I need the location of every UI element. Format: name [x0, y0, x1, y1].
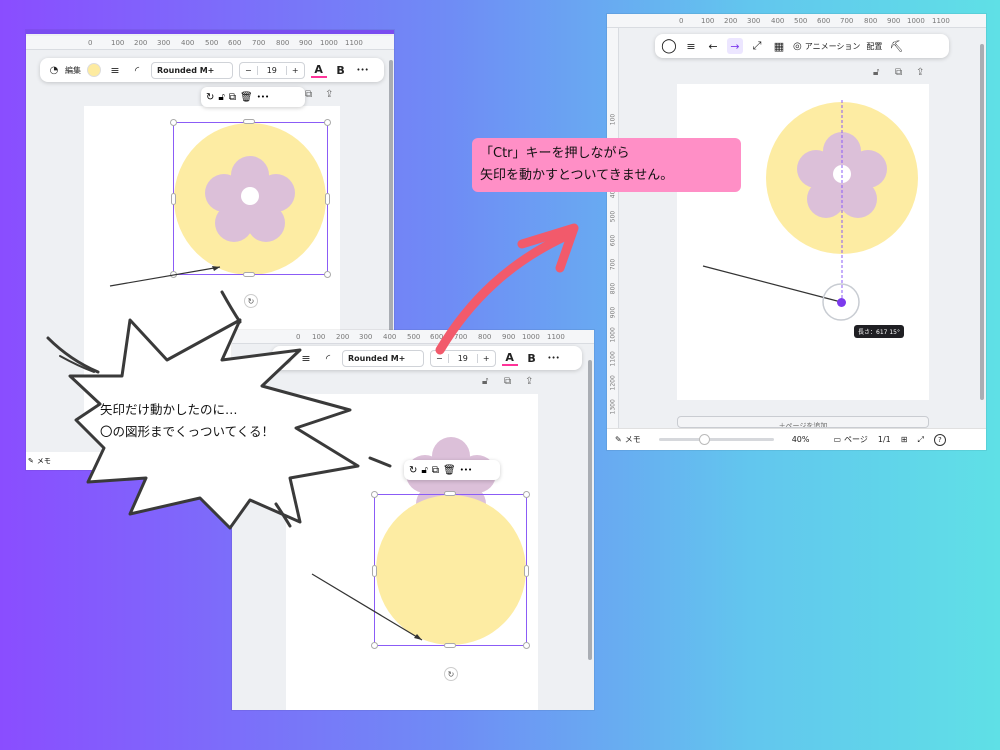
big-arrow-shaft	[435, 231, 571, 355]
big-curved-arrow	[435, 223, 579, 355]
